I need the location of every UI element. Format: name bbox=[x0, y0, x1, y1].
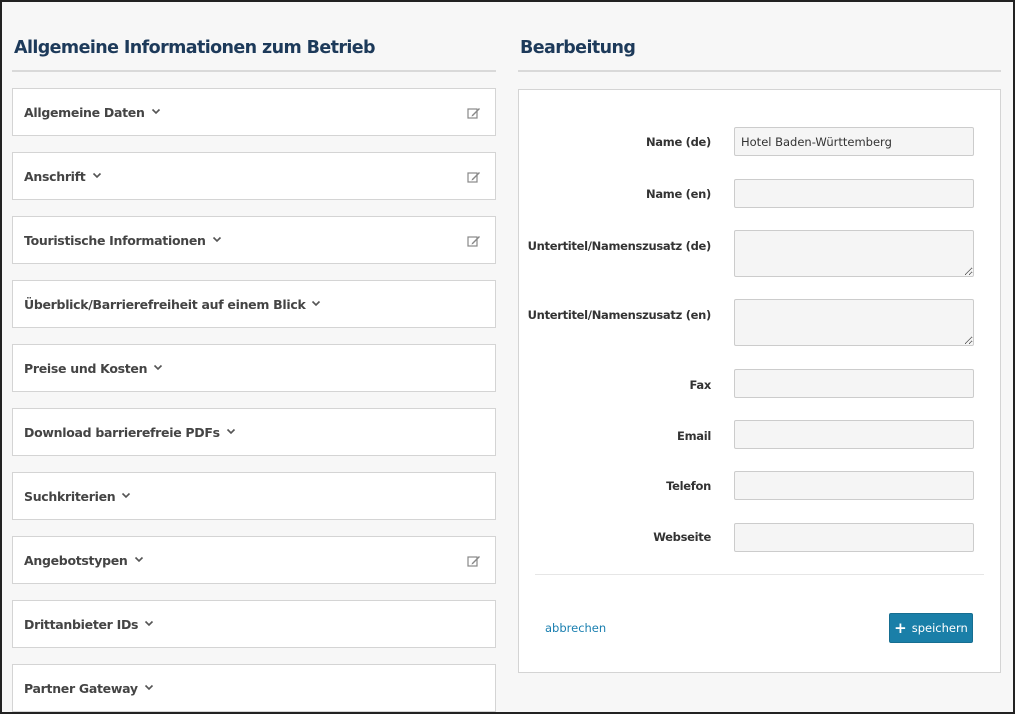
accordion-item-touristische-informationen[interactable]: Touristische Informationen bbox=[12, 216, 496, 264]
accordion-item-label: Touristische Informationen bbox=[24, 232, 206, 248]
accordion-item-allgemeine-daten[interactable]: Allgemeine Daten bbox=[12, 88, 496, 136]
general-info-heading: Allgemeine Informationen zum Betrieb bbox=[12, 26, 496, 72]
accordion-item-label: Allgemeine Daten bbox=[24, 104, 145, 120]
email-label: Email bbox=[677, 429, 711, 443]
fax-label: Fax bbox=[689, 378, 712, 392]
chevron-down-icon bbox=[212, 236, 221, 243]
name-en-label: Name (en) bbox=[646, 187, 711, 201]
accordion-item-label: Download barrierefreie PDFs bbox=[24, 424, 220, 440]
name-de-input[interactable] bbox=[734, 127, 974, 156]
accordion-item-drittanbieter-ids[interactable]: Drittanbieter IDs bbox=[12, 600, 496, 648]
chevron-down-icon bbox=[145, 620, 154, 627]
subtitle-en-label: Untertitel/Namenszusatz (en) bbox=[527, 308, 712, 322]
chevron-down-icon bbox=[144, 684, 153, 691]
form-divider bbox=[535, 574, 984, 575]
chevron-down-icon bbox=[122, 492, 131, 499]
accordion-item-label: Partner Gateway bbox=[24, 680, 138, 696]
plus-icon: + bbox=[894, 618, 907, 637]
edit-heading: Bearbeitung bbox=[518, 26, 1001, 72]
chevron-down-icon bbox=[154, 364, 163, 371]
accordion-item-anschrift[interactable]: Anschrift bbox=[12, 152, 496, 200]
chevron-down-icon bbox=[134, 556, 143, 563]
edit-form: Name (de) Name (en) Untertitel/Namenszus… bbox=[518, 89, 1001, 673]
accordion-item-label: Suchkriterien bbox=[24, 488, 116, 504]
chevron-down-icon bbox=[92, 172, 101, 179]
accordion-item-preise-und-kosten[interactable]: Preise und Kosten bbox=[12, 344, 496, 392]
subtitle-en-textarea[interactable] bbox=[734, 299, 974, 346]
save-button-label: speichern bbox=[911, 621, 968, 635]
chevron-down-icon bbox=[226, 428, 235, 435]
edit-icon[interactable] bbox=[467, 170, 481, 184]
accordion-item-suchkriterien[interactable]: Suchkriterien bbox=[12, 472, 496, 520]
accordion-item-angebotstypen[interactable]: Angebotstypen bbox=[12, 536, 496, 584]
subtitle-de-textarea[interactable] bbox=[734, 230, 974, 277]
accordion-item-label: Anschrift bbox=[24, 168, 86, 184]
chevron-down-icon bbox=[151, 108, 160, 115]
edit-column: Bearbeitung Name (de) Name (en) Untertit… bbox=[518, 26, 1001, 673]
cancel-link[interactable]: abbrechen bbox=[545, 621, 606, 635]
chevron-down-icon bbox=[312, 300, 321, 307]
name-de-label: Name (de) bbox=[645, 135, 711, 149]
accordion-item-label: Drittanbieter IDs bbox=[24, 616, 139, 632]
app-frame: Allgemeine Informationen zum Betrieb All… bbox=[0, 0, 1015, 714]
fax-input[interactable] bbox=[734, 369, 974, 398]
edit-icon[interactable] bbox=[467, 106, 481, 120]
webseite-label: Webseite bbox=[653, 530, 711, 544]
subtitle-de-label: Untertitel/Namenszusatz (de) bbox=[527, 239, 712, 253]
edit-icon[interactable] bbox=[467, 234, 481, 248]
webseite-input[interactable] bbox=[734, 523, 974, 552]
accordion-item-download-pdfs[interactable]: Download barrierefreie PDFs bbox=[12, 408, 496, 456]
edit-icon[interactable] bbox=[467, 554, 481, 568]
name-en-input[interactable] bbox=[734, 179, 974, 208]
accordion-item-label: Überblick/Barrierefreiheit auf einem Bli… bbox=[24, 296, 306, 312]
email-input[interactable] bbox=[734, 420, 974, 449]
telefon-label: Telefon bbox=[666, 479, 711, 493]
save-button[interactable]: + speichern bbox=[889, 613, 973, 643]
accordion-item-label: Preise und Kosten bbox=[24, 360, 148, 376]
accordion-item-label: Angebotstypen bbox=[24, 552, 128, 568]
telefon-input[interactable] bbox=[734, 471, 974, 500]
general-info-column: Allgemeine Informationen zum Betrieb All… bbox=[12, 26, 496, 714]
accordion-item-partner-gateway[interactable]: Partner Gateway bbox=[12, 664, 496, 712]
accordion-list: Allgemeine Daten Anschrift Touristische … bbox=[12, 88, 496, 712]
accordion-item-ueberblick[interactable]: Überblick/Barrierefreiheit auf einem Bli… bbox=[12, 280, 496, 328]
